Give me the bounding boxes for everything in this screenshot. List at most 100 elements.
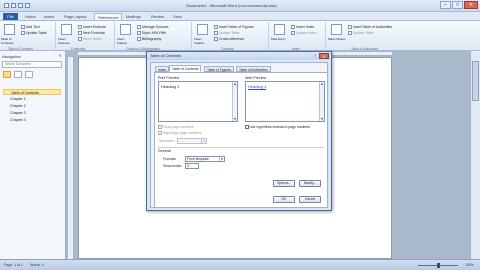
add-text-button[interactable]: Add Text bbox=[21, 25, 40, 30]
insert-footnote-button[interactable]: Insert Footnote bbox=[58, 37, 76, 45]
use-hyperlinks-box bbox=[245, 125, 249, 129]
browse-pages-icon[interactable] bbox=[14, 71, 22, 78]
table-of-contents-dialog: Table of Contents ? ✕ Index Table of Con… bbox=[146, 51, 332, 211]
maximize-button[interactable]: □ bbox=[452, 1, 463, 9]
print-preview-heading: Heading 1 bbox=[161, 84, 180, 89]
tab-leader-select[interactable]: ....... ▼ bbox=[177, 138, 207, 144]
close-window-button[interactable]: ✕ bbox=[464, 1, 478, 9]
ok-button[interactable]: OK bbox=[273, 196, 295, 203]
style-value: APA Fifth bbox=[151, 31, 166, 35]
tab-leader-label: Tab leader: bbox=[158, 139, 175, 143]
nav-item-chapter-2[interactable]: Chapter 2 bbox=[3, 103, 61, 109]
table-of-contents-button[interactable]: Table of Contents bbox=[1, 37, 19, 45]
tab-home[interactable]: Home bbox=[25, 13, 36, 20]
update-authorities-table-label: Update Table bbox=[353, 31, 374, 35]
options-button[interactable]: Options... bbox=[273, 180, 295, 187]
nav-item-chapter-4[interactable]: Chapter 4 bbox=[3, 117, 61, 123]
word-logo-icon[interactable] bbox=[4, 3, 9, 8]
vertical-ruler[interactable] bbox=[68, 57, 74, 259]
update-authorities-table-icon bbox=[348, 31, 352, 36]
minimize-button[interactable]: – bbox=[440, 1, 451, 9]
formats-value: From template bbox=[187, 157, 209, 161]
web-preview-heading[interactable]: Heading 1 bbox=[248, 84, 266, 89]
save-icon[interactable] bbox=[11, 3, 16, 8]
right-align-checkbox[interactable]: Right align page numbers bbox=[158, 131, 201, 135]
tab-view[interactable]: View bbox=[173, 13, 182, 20]
word-count[interactable]: Words: 4 bbox=[30, 263, 44, 267]
browse-results-icon[interactable] bbox=[25, 71, 33, 78]
insert-citation-button[interactable]: Insert Citation bbox=[117, 37, 135, 45]
insert-table-of-authorities-button[interactable]: Insert Table of Authorities bbox=[348, 25, 392, 30]
nav-item-chapter-1[interactable]: Chapter 1 bbox=[3, 96, 61, 102]
modify-button[interactable]: Modify... bbox=[299, 180, 321, 187]
title-bar: Document1 - Microsoft Word (non-commerci… bbox=[0, 0, 480, 12]
undo-icon[interactable] bbox=[18, 3, 23, 8]
table-of-authorities-group: Mark Citation Insert Table of Authoritie… bbox=[327, 22, 415, 51]
tab-insert[interactable]: Insert bbox=[44, 13, 54, 20]
scrollbar-thumb[interactable] bbox=[472, 61, 479, 101]
show-levels-spinner[interactable]: 3 bbox=[185, 163, 199, 169]
mark-citation-button[interactable]: Mark Citation bbox=[328, 37, 346, 41]
insert-index-icon bbox=[291, 25, 295, 30]
tab-page-layout[interactable]: Page Layout bbox=[64, 13, 86, 20]
style-selector[interactable]: Style: APA Fifth bbox=[137, 31, 166, 36]
tab-review[interactable]: Review bbox=[151, 13, 164, 20]
right-align-label: Right align page numbers bbox=[162, 131, 202, 135]
update-table-label: Update Table bbox=[26, 31, 47, 35]
window-title: Document1 - Microsoft Word (non-commerci… bbox=[186, 3, 277, 8]
insert-caption-icon[interactable] bbox=[197, 24, 208, 35]
navigation-search-input[interactable]: Search Document bbox=[2, 61, 62, 68]
tab-mailings[interactable]: Mailings bbox=[126, 13, 141, 20]
tab-file[interactable]: File bbox=[3, 13, 18, 20]
ribbon: Table of Contents Add Text Update Table … bbox=[0, 20, 480, 51]
update-index-button[interactable]: Update Index bbox=[291, 31, 317, 36]
update-figures-table-button[interactable]: Update Table bbox=[214, 31, 240, 36]
navigation-pane: Navigation ✕ Search Document Table of Co… bbox=[0, 51, 66, 259]
bibliography-button[interactable]: Bibliography bbox=[137, 37, 161, 42]
zoom-level[interactable]: 100% bbox=[465, 263, 474, 267]
insert-index-button[interactable]: Insert Index bbox=[291, 25, 314, 30]
insert-caption-button[interactable]: Insert Caption bbox=[194, 37, 212, 45]
next-footnote-icon bbox=[78, 31, 82, 36]
page-count[interactable]: Page: 1 of 1 bbox=[4, 263, 23, 267]
mark-entry-button[interactable]: Mark Entry bbox=[271, 37, 289, 41]
update-table-button[interactable]: Update Table bbox=[21, 31, 47, 36]
update-index-label: Update Index bbox=[296, 31, 317, 35]
mark-entry-icon[interactable] bbox=[274, 24, 285, 35]
insert-footnote-icon[interactable] bbox=[61, 24, 72, 35]
nav-item-table-of-contents[interactable]: Table of Contents bbox=[3, 89, 61, 95]
zoom-slider-knob[interactable] bbox=[437, 263, 440, 268]
browse-headings-icon[interactable] bbox=[3, 71, 11, 78]
show-notes-button[interactable]: Show Notes bbox=[78, 37, 102, 42]
print-preview-scrollbar[interactable] bbox=[232, 82, 237, 121]
insert-endnote-button[interactable]: Insert Endnote bbox=[78, 25, 106, 30]
table-of-contents-icon[interactable] bbox=[4, 24, 15, 35]
update-figures-table-icon bbox=[214, 31, 218, 36]
nav-item-chapter-3[interactable]: Chapter 3 bbox=[3, 110, 61, 116]
tab-references[interactable]: References bbox=[94, 13, 123, 20]
dialog-close-button[interactable]: ✕ bbox=[319, 53, 329, 59]
show-page-numbers-checkbox[interactable]: Show page numbers bbox=[158, 125, 194, 129]
web-preview-scrollbar[interactable] bbox=[319, 82, 324, 121]
insert-citation-icon[interactable] bbox=[120, 24, 131, 35]
cross-reference-button[interactable]: Cross-reference bbox=[214, 37, 244, 42]
vertical-scrollbar[interactable] bbox=[470, 51, 480, 259]
table-of-contents-panel: Print Preview Heading 1 Web Preview Head… bbox=[154, 72, 328, 208]
manage-sources-button[interactable]: Manage Sources bbox=[137, 25, 168, 30]
cancel-button[interactable]: Cancel bbox=[299, 196, 321, 203]
tab-table-of-contents[interactable]: Table of Contents bbox=[169, 65, 202, 72]
manage-sources-icon bbox=[137, 25, 141, 30]
redo-icon[interactable] bbox=[25, 3, 30, 8]
next-footnote-label: Next Footnote bbox=[83, 31, 105, 35]
next-footnote-button[interactable]: Next Footnote bbox=[78, 31, 105, 36]
use-hyperlinks-checkbox[interactable]: Use hyperlinks instead of page numbers bbox=[245, 125, 310, 129]
show-page-numbers-box bbox=[158, 125, 162, 129]
mark-citation-icon[interactable] bbox=[331, 24, 342, 35]
update-authorities-table-button[interactable]: Update Table bbox=[348, 31, 374, 36]
dialog-title: Table of Contents bbox=[147, 52, 331, 60]
update-index-icon bbox=[291, 31, 295, 36]
formats-select[interactable]: From template ▼ bbox=[185, 156, 225, 162]
navigation-close-button[interactable]: ✕ bbox=[59, 53, 62, 58]
dialog-help-button[interactable]: ? bbox=[312, 53, 318, 59]
insert-table-of-figures-button[interactable]: Insert Table of Figures bbox=[214, 25, 254, 30]
